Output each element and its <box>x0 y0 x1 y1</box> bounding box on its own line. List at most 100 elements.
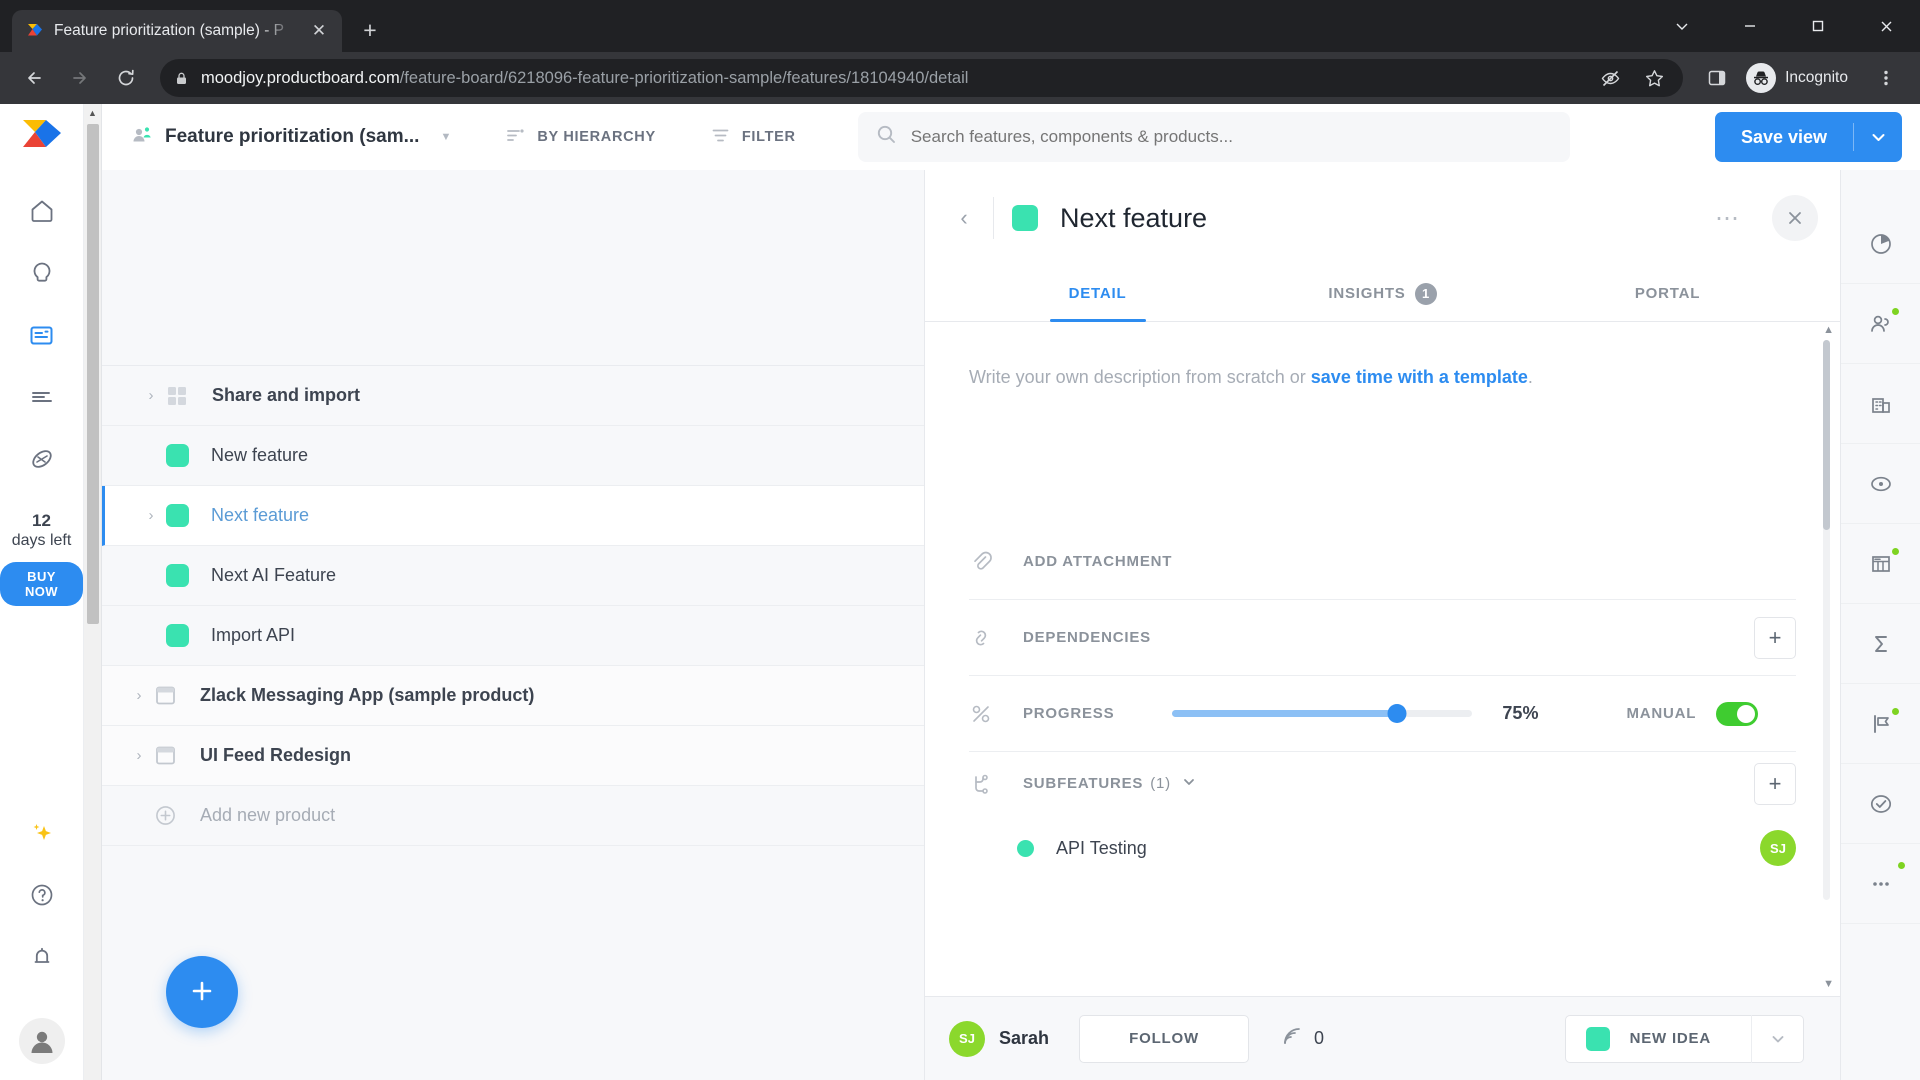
reload-icon[interactable] <box>106 58 146 98</box>
feature-list-row-share-and-import[interactable]: › Share and import <box>102 366 924 426</box>
board-selector[interactable]: Feature prioritization (sam... ▼ <box>130 123 451 152</box>
scroll-up-arrow-icon[interactable]: ▲ <box>1823 324 1834 336</box>
feature-color-swatch[interactable] <box>1012 205 1038 231</box>
window-controls <box>1648 0 1920 52</box>
rail-item-releases[interactable] <box>1840 684 1920 764</box>
description-editor[interactable]: Write your own description from scratch … <box>969 322 1796 391</box>
divider <box>993 197 994 239</box>
detail-body: Write your own description from scratch … <box>925 322 1840 996</box>
tab-close-icon[interactable]: ✕ <box>306 18 332 44</box>
save-view-group: Save view <box>1714 112 1902 162</box>
tab-portal[interactable]: PORTAL <box>1525 266 1810 321</box>
rail-item-formula[interactable] <box>1840 604 1920 684</box>
buy-now-button[interactable]: BUY NOW <box>0 561 83 606</box>
feature-list-row-next-ai-feature[interactable]: › Next AI Feature <box>102 546 924 606</box>
sidebar-item-insights[interactable] <box>19 250 65 296</box>
rail-item-objectives[interactable] <box>1840 444 1920 524</box>
use-template-link[interactable]: save time with a template <box>1311 367 1528 387</box>
scroll-up-arrow-icon[interactable]: ▲ <box>84 104 102 122</box>
maximize-icon[interactable] <box>1784 0 1852 52</box>
status-dropdown[interactable]: NEW IDEA <box>1564 1014 1804 1063</box>
status-chevron-down-icon[interactable] <box>1751 1014 1803 1063</box>
feature-detail-panel: ‹ Next feature ⋯ DETAIL INSIGHTS 1 PORTA… <box>924 170 1840 1080</box>
subfeature-assignee-avatar[interactable]: SJ <box>1760 830 1796 866</box>
close-icon[interactable] <box>1852 0 1920 52</box>
feature-list-row-import-api[interactable]: › Import API <box>102 606 924 666</box>
side-panel-icon[interactable] <box>1697 58 1737 98</box>
board-toolbar: Feature prioritization (sam... ▼ BY HIER… <box>102 104 1920 170</box>
sidebar-item-features[interactable] <box>19 312 65 358</box>
three-dot-menu-icon[interactable] <box>1866 58 1906 98</box>
subfeature-list-item[interactable]: API Testing SJ <box>969 815 1796 881</box>
chevron-down-icon[interactable] <box>1648 0 1716 52</box>
browser-tab[interactable]: Feature prioritization (sample) - P ✕ <box>12 10 342 52</box>
rail-item-scorecard[interactable] <box>1840 524 1920 604</box>
sidebar-item-objectives[interactable] <box>19 436 65 482</box>
tab-insights[interactable]: INSIGHTS 1 <box>1240 266 1525 321</box>
productboard-app: 12 days left BUY NOW ▲ Feature prioritiz… <box>0 104 1920 1080</box>
save-view-button[interactable]: Save view <box>1715 112 1853 162</box>
question-circle-icon[interactable] <box>19 872 65 918</box>
eye-off-icon[interactable] <box>1595 63 1625 93</box>
forward-arrow-icon[interactable] <box>60 58 100 98</box>
expand-chevron-right-icon[interactable]: › <box>124 687 154 704</box>
filter-button[interactable]: FILTER <box>710 125 796 150</box>
chevron-down-icon[interactable] <box>1182 775 1196 793</box>
feature-list-row-zlack-messaging-app[interactable]: › Zlack Messaging App (sample product) <box>102 666 924 726</box>
add-subfeature-button[interactable]: + <box>1754 762 1796 805</box>
add-new-product-row[interactable]: › Add new product <box>102 786 924 846</box>
slider-knob[interactable] <box>1387 704 1407 723</box>
detail-scrollbar[interactable] <box>1823 340 1830 900</box>
expand-chevron-right-icon[interactable]: › <box>136 507 166 524</box>
bell-icon[interactable] <box>19 934 65 980</box>
new-tab-plus-icon[interactable]: + <box>350 10 390 50</box>
search-box[interactable] <box>857 112 1570 162</box>
scrollbar-thumb[interactable] <box>86 124 99 624</box>
back-chevron-left-icon[interactable]: ‹ <box>941 195 987 241</box>
sidebar-item-home[interactable] <box>19 188 65 234</box>
tab-detail[interactable]: DETAIL <box>955 266 1240 321</box>
sidebar-bottom-items <box>18 810 65 1080</box>
scroll-down-arrow-icon[interactable]: ▼ <box>1823 978 1834 990</box>
tab-label: PORTAL <box>1634 285 1701 302</box>
by-hierarchy-button[interactable]: BY HIERARCHY <box>505 125 656 150</box>
rail-item-more[interactable] <box>1840 844 1920 924</box>
manual-toggle[interactable] <box>1716 701 1759 726</box>
rail-item-status[interactable] <box>1840 764 1920 844</box>
back-arrow-icon[interactable] <box>14 58 54 98</box>
scrollbar-thumb[interactable] <box>1823 340 1830 530</box>
board-name: Feature prioritization (sam... <box>165 126 420 147</box>
expand-chevron-right-icon[interactable]: › <box>124 747 154 764</box>
sparkle-icon[interactable] <box>19 810 65 856</box>
sidebar-item-roadmap[interactable] <box>19 374 65 420</box>
feature-list-row-ui-feed-redesign[interactable]: › UI Feed Redesign <box>102 726 924 786</box>
productboard-logo-icon[interactable] <box>21 118 63 150</box>
insight-count-group[interactable]: 0 <box>1281 1025 1324 1052</box>
progress-slider[interactable] <box>1172 703 1473 725</box>
rail-item-users[interactable] <box>1840 284 1920 364</box>
add-attachment-row[interactable]: ADD ATTACHMENT <box>969 523 1796 599</box>
rail-item-companies[interactable] <box>1840 364 1920 444</box>
add-feature-fab-button[interactable] <box>166 956 238 1028</box>
expand-chevron-right-icon[interactable]: › <box>136 387 166 404</box>
rail-item-history[interactable] <box>1840 204 1920 284</box>
detail-side-rail <box>1840 170 1920 1080</box>
star-icon[interactable] <box>1639 63 1669 93</box>
save-view-dropdown-chevron-down-icon[interactable] <box>1854 112 1902 162</box>
owner-name: Sarah <box>999 1028 1050 1048</box>
feature-list-row-new-feature[interactable]: › New feature <box>102 426 924 486</box>
add-dependency-button[interactable]: + <box>1754 616 1796 659</box>
feature-list-row-next-feature[interactable]: › Next feature <box>102 486 924 546</box>
owner-avatar[interactable]: SJ <box>949 1020 985 1057</box>
minimize-icon[interactable] <box>1716 0 1784 52</box>
address-bar[interactable]: moodjoy.productboard.com/feature-board/6… <box>160 59 1684 97</box>
close-icon[interactable] <box>1772 195 1818 241</box>
incognito-profile-button[interactable]: Incognito <box>1741 59 1862 97</box>
page-scrollbar[interactable]: ▲ <box>84 104 102 1080</box>
search-input[interactable] <box>910 127 1552 147</box>
chevron-down-icon[interactable]: ▼ <box>440 131 451 143</box>
three-dot-menu-icon[interactable]: ⋯ <box>1706 196 1750 240</box>
feature-title[interactable]: Next feature <box>1060 203 1207 234</box>
follow-button[interactable]: FOLLOW <box>1079 1014 1250 1063</box>
user-avatar-icon[interactable] <box>18 1018 65 1064</box>
